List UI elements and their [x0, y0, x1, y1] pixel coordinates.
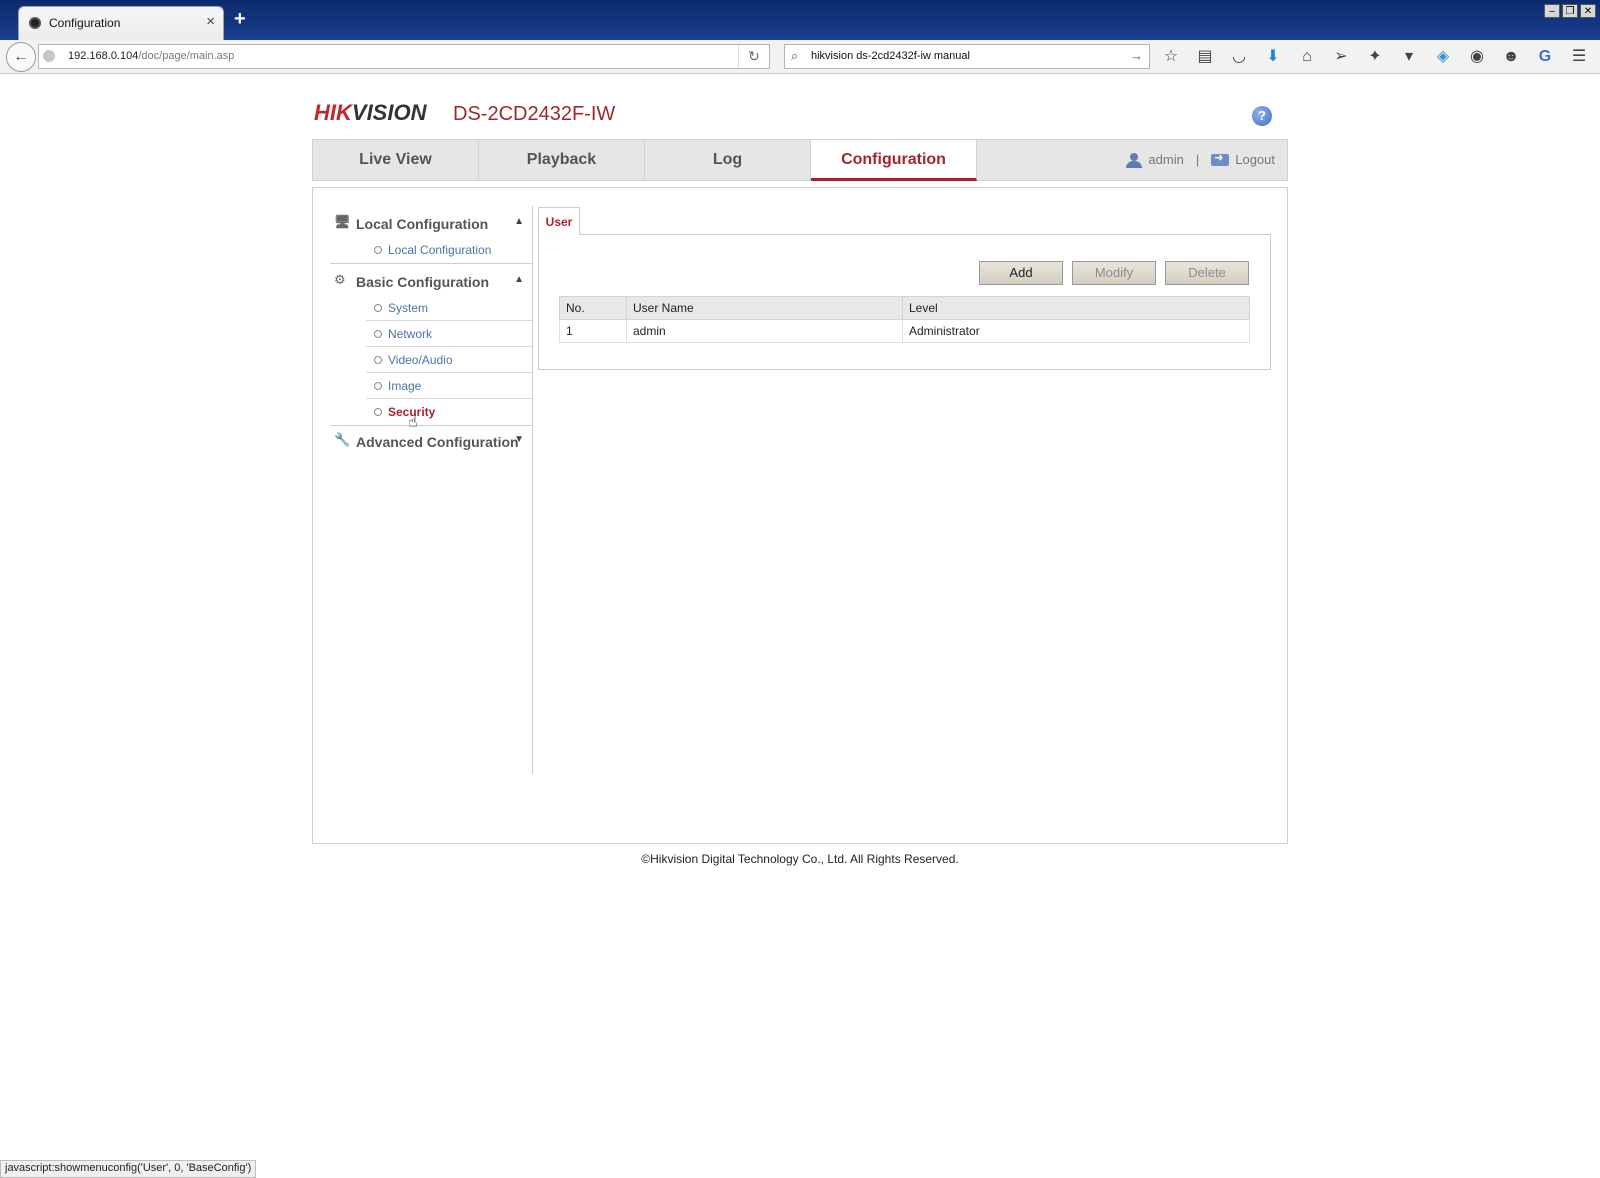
- send-icon[interactable]: ➢: [1330, 46, 1352, 68]
- logout-link[interactable]: Logout: [1235, 152, 1275, 167]
- site-favicon-icon: [29, 17, 41, 29]
- google-translate-icon[interactable]: G: [1534, 46, 1556, 68]
- close-window-icon[interactable]: ✕: [1580, 4, 1596, 18]
- browser-status-bar: javascript:showmenuconfig('User', 0, 'Ba…: [0, 1160, 257, 1178]
- config-sidebar: 🖥 Local Configuration ▲ Local Configurat…: [330, 206, 533, 774]
- search-input-value: hikvision ds-2cd2432f-iw manual: [811, 50, 970, 62]
- section-local-configuration[interactable]: 🖥 Local Configuration ▲: [330, 210, 532, 236]
- chevron-down-icon: ▼: [514, 434, 524, 445]
- divider: [330, 263, 532, 264]
- menu-hamburger-icon[interactable]: ☰: [1568, 46, 1590, 68]
- table-header-row: No. User Name Level: [559, 296, 1250, 320]
- hikvision-logo: HIKVISION: [314, 100, 427, 125]
- chevron-up-icon: ▲: [514, 274, 524, 285]
- table-row[interactable]: 1 admin Administrator: [559, 319, 1250, 343]
- column-header-user-name: User Name: [626, 296, 903, 320]
- home-icon[interactable]: ⌂: [1296, 46, 1318, 68]
- chevron-up-icon: ▲: [514, 216, 524, 227]
- browser-navbar: ← 192.168.0.104/doc/page/main.asp ↻ ⌕ hi…: [0, 40, 1600, 74]
- hand-cursor-icon: ☝: [408, 414, 418, 431]
- tab-title: Configuration: [49, 16, 121, 30]
- section-basic-configuration[interactable]: ⚙ Basic Configuration ▲: [330, 268, 532, 294]
- device-model: DS-2CD2432F-IW: [453, 103, 616, 125]
- chat-icon[interactable]: ☻: [1500, 46, 1522, 68]
- tab-live-view[interactable]: Live View: [313, 140, 479, 180]
- download-arrow-icon[interactable]: ⬇: [1262, 46, 1284, 68]
- logout-icon[interactable]: [1211, 151, 1230, 166]
- separator: |: [1195, 152, 1200, 167]
- bullet-icon: [374, 382, 382, 390]
- section-advanced-configuration[interactable]: 🔧 Advanced Configuration ▼: [330, 428, 532, 454]
- modify-button[interactable]: Modify: [1072, 261, 1156, 285]
- column-header-no: No.: [559, 296, 627, 320]
- bookmark-star-icon[interactable]: ☆: [1160, 46, 1182, 68]
- vpn-icon[interactable]: ◈: [1432, 46, 1454, 68]
- sidebar-item-system[interactable]: System: [366, 295, 532, 321]
- minimize-icon[interactable]: –: [1544, 4, 1560, 18]
- sync-icon[interactable]: ◉: [1466, 46, 1488, 68]
- sidebar-item-local-configuration[interactable]: Local Configuration: [366, 237, 532, 262]
- window-controls: – ❐ ✕: [1544, 4, 1596, 18]
- reload-icon[interactable]: ↻: [738, 45, 769, 68]
- new-tab-button[interactable]: +: [234, 8, 246, 31]
- cell-no: 1: [559, 319, 627, 343]
- column-header-level: Level: [902, 296, 1250, 320]
- globe-icon: [43, 50, 55, 62]
- user-icon: [1126, 152, 1143, 168]
- gear-icon: ⚙: [334, 272, 346, 287]
- browser-toolbar: ☆ ▤ ◡ ⬇ ⌂ ➢ ✦ ▾ ◈ ◉ ☻ G ☰: [1160, 46, 1590, 68]
- sidebar-item-security[interactable]: Security: [366, 399, 532, 424]
- copyright-footer: ©Hikvision Digital Technology Co., Ltd. …: [641, 852, 959, 866]
- monitor-icon: 🖥: [334, 214, 351, 229]
- url-bar[interactable]: 192.168.0.104/doc/page/main.asp ↻: [38, 44, 770, 69]
- search-icon: ⌕: [791, 48, 799, 63]
- tab-close-icon[interactable]: ×: [206, 13, 215, 30]
- search-go-arrow-icon[interactable]: →: [1130, 48, 1143, 63]
- tab-user[interactable]: User: [538, 207, 580, 235]
- tab-log[interactable]: Log: [645, 140, 811, 180]
- extension-icon[interactable]: ✦: [1364, 46, 1386, 68]
- user-info: admin | Logout: [1126, 151, 1275, 168]
- sidebar-item-network[interactable]: Network: [366, 321, 532, 347]
- restore-icon[interactable]: ❐: [1562, 4, 1578, 18]
- user-table: No. User Name Level 1 admin Administrato…: [559, 296, 1250, 343]
- main-nav: Live View Playback Log Configuration adm…: [312, 139, 1288, 181]
- dropdown-arrow-icon[interactable]: ▾: [1398, 46, 1420, 68]
- help-icon[interactable]: ?: [1252, 106, 1272, 126]
- wrench-icon: 🔧: [334, 432, 351, 447]
- reading-list-icon[interactable]: ▤: [1194, 46, 1216, 68]
- cell-user-name: admin: [626, 319, 903, 343]
- url-text: 192.168.0.104/doc/page/main.asp: [68, 50, 235, 62]
- pocket-icon[interactable]: ◡: [1228, 46, 1250, 68]
- tab-playback[interactable]: Playback: [479, 140, 645, 180]
- cell-level: Administrator: [902, 319, 1250, 343]
- bullet-icon: [374, 304, 382, 312]
- divider: [330, 425, 532, 426]
- search-bar[interactable]: ⌕ hikvision ds-2cd2432f-iw manual →: [784, 44, 1150, 69]
- sidebar-item-video-audio[interactable]: Video/Audio: [366, 347, 532, 373]
- bullet-icon: [374, 356, 382, 364]
- add-button[interactable]: Add: [979, 261, 1063, 285]
- tab-configuration[interactable]: Configuration: [811, 140, 977, 181]
- browser-tab[interactable]: Configuration ×: [18, 6, 224, 40]
- delete-button[interactable]: Delete: [1165, 261, 1249, 285]
- username: admin: [1148, 152, 1184, 167]
- bullet-icon: [374, 330, 382, 338]
- bullet-icon: [374, 408, 382, 416]
- browser-titlebar: Configuration × + – ❐ ✕: [0, 0, 1600, 40]
- back-arrow-icon[interactable]: ←: [6, 42, 36, 72]
- sidebar-item-image[interactable]: Image: [366, 373, 532, 399]
- bullet-icon: [374, 246, 382, 254]
